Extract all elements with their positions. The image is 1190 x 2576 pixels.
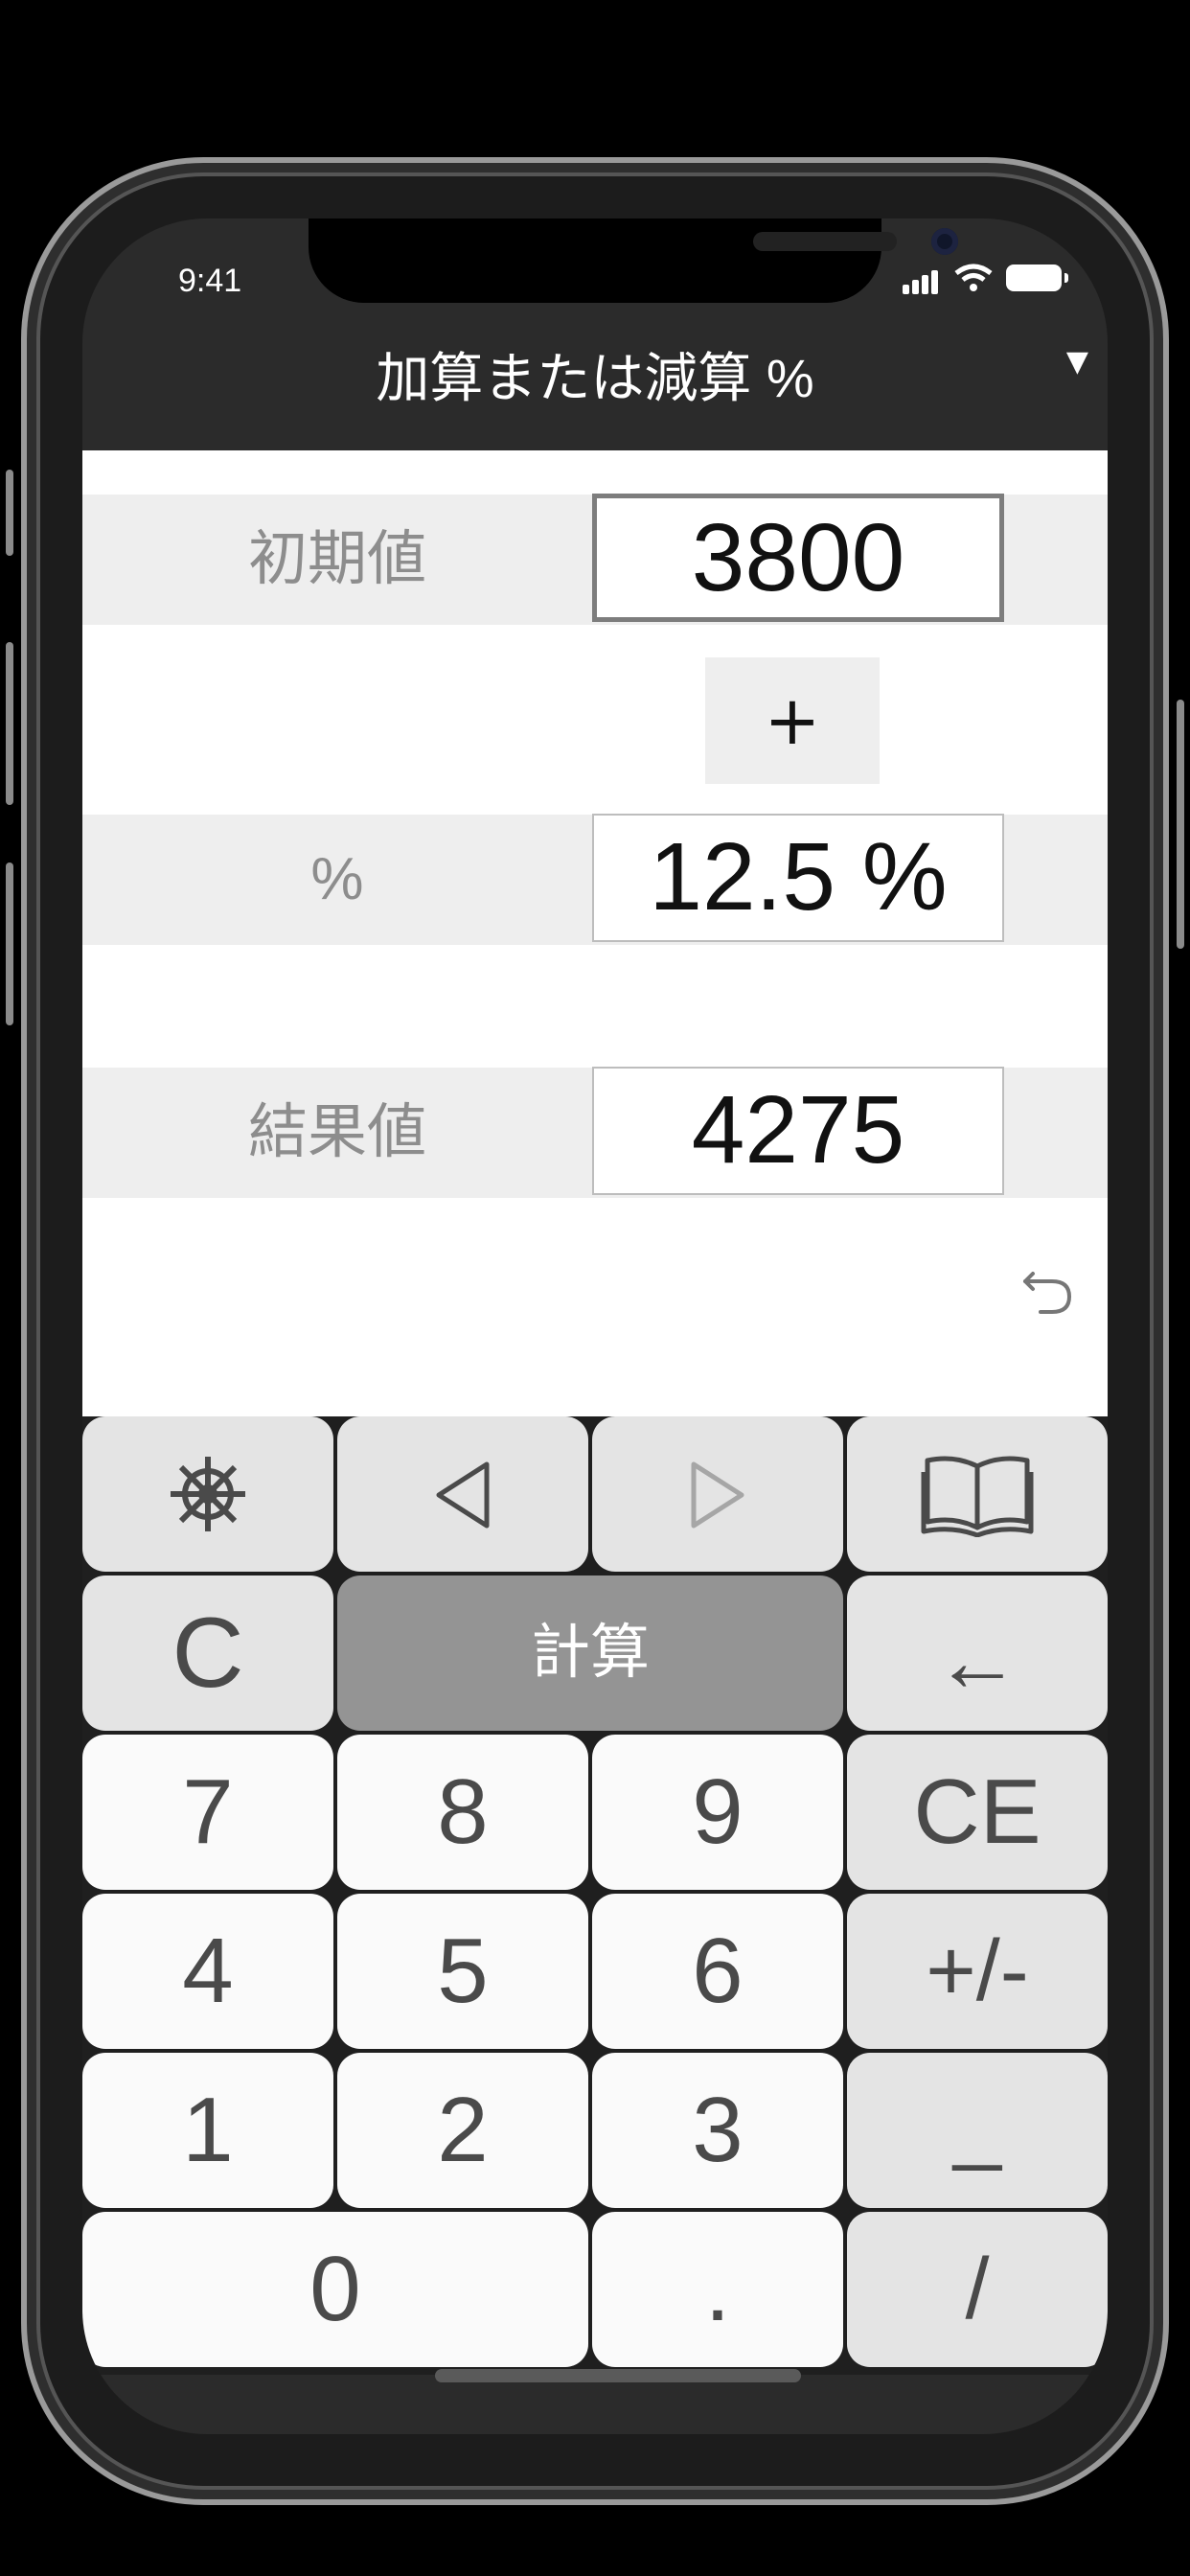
cellular-signal-icon xyxy=(903,261,941,294)
digit-1-button[interactable]: 1 xyxy=(82,2053,333,2208)
open-book-icon xyxy=(921,1456,1034,1538)
initial-value-label: 初期値 xyxy=(247,526,426,592)
clear-entry-button[interactable]: CE xyxy=(847,1735,1108,1890)
digit-2-button[interactable]: 2 xyxy=(337,2053,588,2208)
percent-label: % xyxy=(310,846,364,912)
digit-9-button[interactable]: 9 xyxy=(592,1735,843,1890)
digit-0-button[interactable]: 0 xyxy=(82,2212,588,2367)
operator-toggle-button[interactable]: + xyxy=(705,657,880,784)
speaker xyxy=(753,232,897,251)
calculate-button[interactable]: 計算 xyxy=(337,1576,843,1731)
left-triangle-icon xyxy=(436,1461,490,1529)
battery-icon xyxy=(1006,264,1068,291)
right-triangle-icon xyxy=(691,1461,744,1529)
initial-value-field[interactable]: 3800 xyxy=(592,494,1004,622)
page-title: 加算または減算 % xyxy=(376,348,814,408)
volume-up-button xyxy=(6,642,13,805)
status-icons xyxy=(903,261,1068,294)
decimal-button[interactable]: . xyxy=(592,2212,843,2367)
status-time: 9:41 xyxy=(178,263,242,299)
slash-button[interactable]: / xyxy=(847,2212,1108,2367)
notch xyxy=(309,218,958,303)
backspace-button[interactable]: ← xyxy=(847,1576,1108,1731)
wifi-icon xyxy=(954,264,993,291)
result-label: 結果値 xyxy=(247,1099,426,1165)
digit-8-button[interactable]: 8 xyxy=(337,1735,588,1890)
back-button[interactable] xyxy=(337,1416,588,1572)
settings-button[interactable] xyxy=(82,1416,333,1572)
manual-button[interactable] xyxy=(847,1416,1108,1572)
power-button xyxy=(1177,700,1184,949)
front-camera xyxy=(931,228,958,255)
menu-dropdown-icon[interactable]: ▼ xyxy=(1066,345,1088,379)
underscore-button[interactable]: _ xyxy=(847,2053,1108,2208)
undo-icon[interactable] xyxy=(1019,1260,1077,1332)
keypad: C 計算 ← 7 8 9 CE 4 5 6 +/- 1 2 3 _ 0 . / xyxy=(82,1416,1108,2375)
ship-wheel-icon xyxy=(171,1457,245,1531)
percent-field[interactable]: 12.5 % xyxy=(592,814,1004,942)
calculator-form: 初期値 3800 + % 12.5 % 結果値 4275 xyxy=(82,450,1108,1416)
mute-switch xyxy=(6,470,13,556)
result-field: 4275 xyxy=(592,1067,1004,1195)
digit-3-button[interactable]: 3 xyxy=(592,2053,843,2208)
digit-7-button[interactable]: 7 xyxy=(82,1735,333,1890)
home-indicator[interactable] xyxy=(435,2369,801,2382)
digit-4-button[interactable]: 4 xyxy=(82,1894,333,2049)
digit-5-button[interactable]: 5 xyxy=(337,1894,588,2049)
forward-button[interactable] xyxy=(592,1416,843,1572)
digit-6-button[interactable]: 6 xyxy=(592,1894,843,2049)
volume-down-button xyxy=(6,862,13,1025)
clear-button[interactable]: C xyxy=(82,1576,333,1731)
screen: 9:41 加算または減算 % ▼ 初期値 3800 + % 12.5 % 結果値… xyxy=(82,218,1108,2434)
plus-minus-button[interactable]: +/- xyxy=(847,1894,1108,2049)
